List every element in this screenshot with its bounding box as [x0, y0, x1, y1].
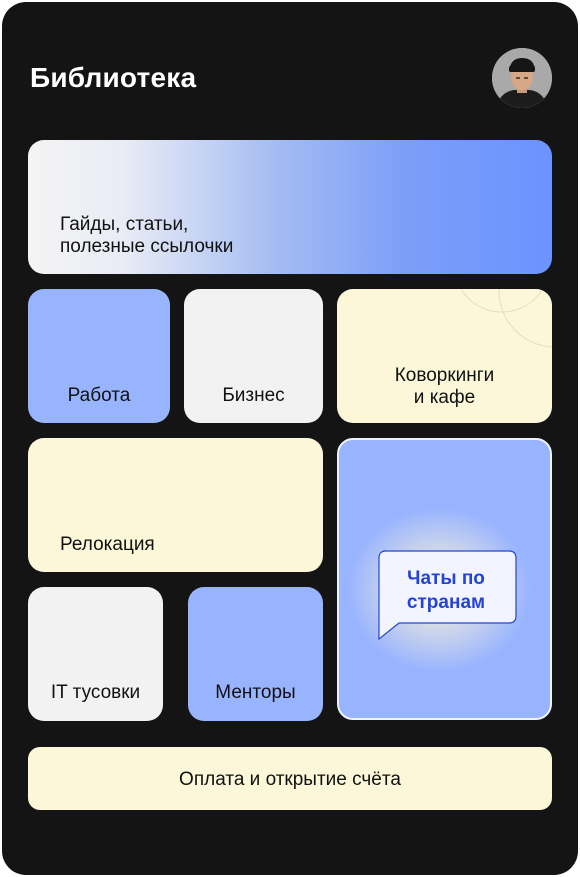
country-chats-card[interactable]: Чаты по странам: [337, 438, 552, 720]
relocation-label: Релокация: [60, 534, 155, 555]
payment-label: Оплата и открытие счёта: [179, 769, 401, 790]
it-meetups-label: IT тусовки: [50, 682, 141, 703]
avatar[interactable]: [492, 48, 552, 108]
relocation-card[interactable]: Релокация: [28, 438, 323, 572]
chats-label: Чаты по странам: [406, 568, 486, 613]
page-title: Библиотека: [30, 62, 197, 93]
business-label: Бизнес: [222, 385, 285, 406]
mentors-label: Менторы: [215, 682, 296, 703]
guides-label: Гайды, статьи, полезные ссылочки: [60, 214, 234, 257]
it-meetups-card[interactable]: IT тусовки: [28, 587, 163, 721]
work-card[interactable]: Работа: [28, 289, 170, 423]
work-label: Работа: [67, 385, 131, 406]
coworking-card[interactable]: Коворкинги и кафе: [337, 289, 552, 423]
business-card[interactable]: Бизнес: [184, 289, 323, 423]
coworking-label: Коворкинги и кафе: [394, 365, 495, 408]
mentors-card[interactable]: Менторы: [188, 587, 323, 721]
guides-card[interactable]: Гайды, статьи, полезные ссылочки: [28, 140, 552, 274]
payment-card[interactable]: Оплата и открытие счёта: [28, 747, 552, 810]
library-screen: Библиотека Гайды, статьи, полезные ссыло…: [2, 2, 578, 875]
user-avatar-icon: [492, 48, 552, 108]
